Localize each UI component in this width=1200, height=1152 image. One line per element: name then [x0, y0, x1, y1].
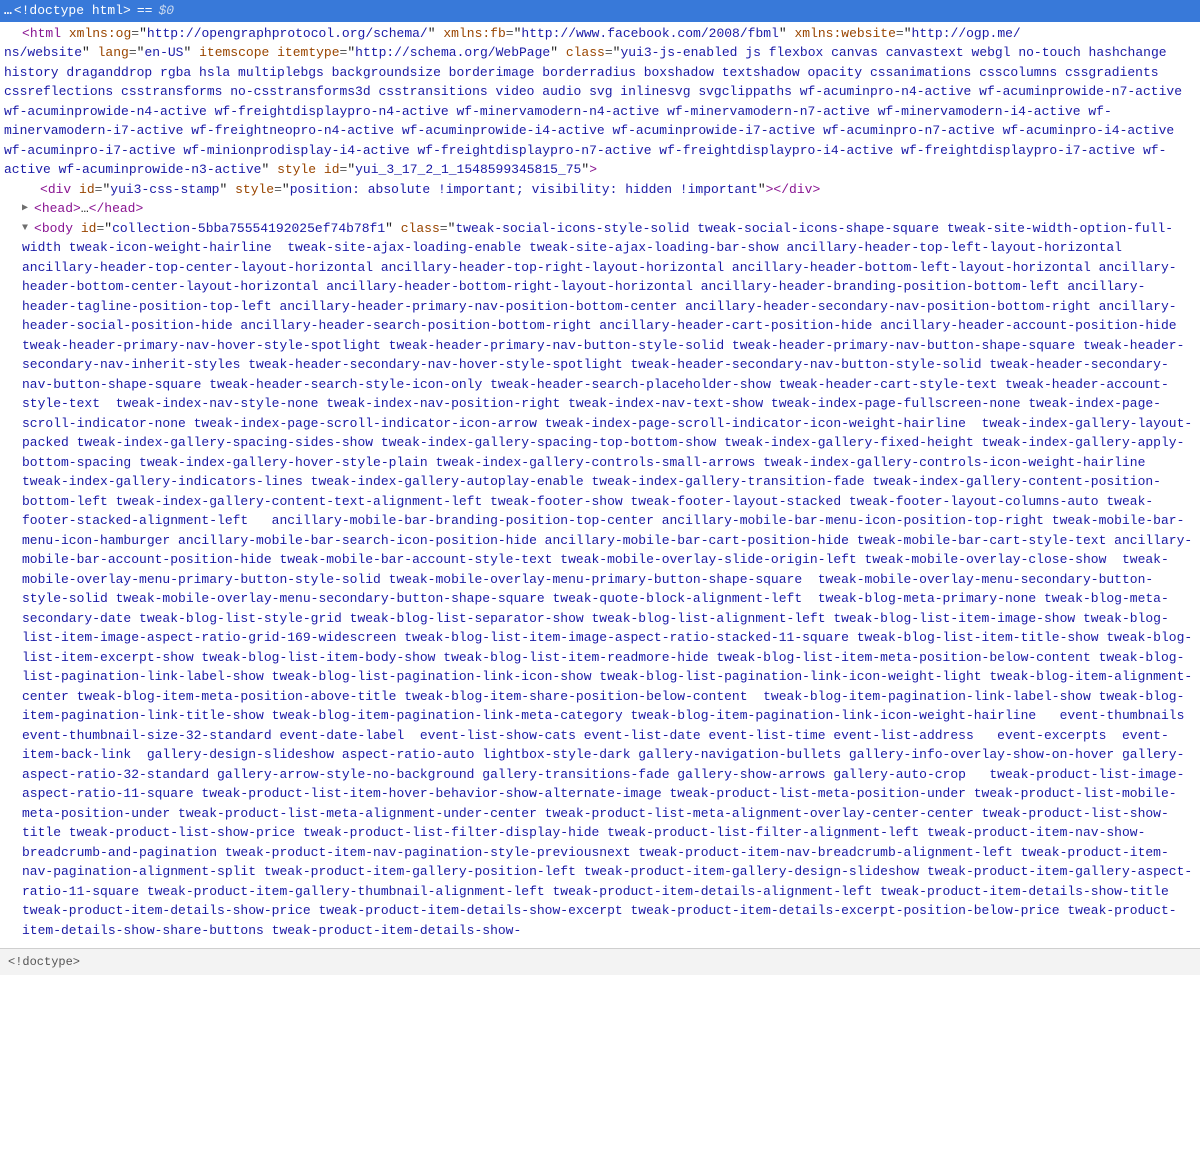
attr-body-id: collection-5bba75554192025ef74b78f1 [112, 221, 385, 236]
breadcrumb-doctype[interactable]: <!doctype> [8, 955, 80, 969]
attr-xmlns-fb: http://www.facebook.com/2008/fbml [521, 26, 778, 41]
head-row[interactable]: ▶<head>…</head> [4, 199, 1196, 219]
collapse-arrow-icon[interactable]: ▼ [22, 221, 34, 236]
body-row[interactable]: ▼<body id="collection-5bba75554192025ef7… [4, 219, 1196, 941]
html-attrs-cont: ns/website" lang="en-US" itemscope itemt… [4, 43, 1196, 180]
attr-html-id: yui_3_17_2_1_1548599345815_75 [355, 162, 581, 177]
attr-xmlns-website-1: http://ogp.me/ [912, 26, 1021, 41]
head-dots: … [81, 201, 89, 216]
attr-itemtype: http://schema.org/WebPage [355, 45, 550, 60]
head-open: head [42, 201, 73, 216]
breadcrumb-bar[interactable]: <!doctype> [0, 948, 1200, 975]
expand-arrow-icon[interactable]: ▶ [22, 201, 34, 216]
attr-html-class: yui3-js-enabled js flexbox canvas canvas… [4, 45, 1190, 177]
dollar-zero: $0 [158, 1, 174, 21]
html-element-row[interactable]: <html xmlns:og="http://opengraphprotocol… [4, 24, 1196, 44]
doctype-text: <!doctype html> [14, 1, 131, 21]
div-css-stamp-row[interactable]: <div id="yui3-css-stamp" style="position… [4, 180, 1196, 200]
head-close: head [104, 201, 135, 216]
attr-div-style: position: absolute !important; visibilit… [290, 182, 758, 197]
attr-lang: en-US [144, 45, 183, 60]
ellipsis-icon: … [4, 1, 12, 21]
dom-tree[interactable]: <html xmlns:og="http://opengraphprotocol… [0, 22, 1200, 949]
attr-div-id: yui3-css-stamp [110, 182, 219, 197]
attr-body-class: tweak-social-icons-style-solid tweak-soc… [22, 221, 1192, 938]
attr-itemscope: itemscope [199, 45, 269, 60]
attr-xmlns-og: http://opengraphprotocol.org/schema/ [147, 26, 428, 41]
selected-doctype-row[interactable]: … <!doctype html> == $0 [0, 0, 1200, 22]
attr-xmlns-website-2: ns/website [4, 45, 82, 60]
equals-text: == [137, 1, 153, 21]
